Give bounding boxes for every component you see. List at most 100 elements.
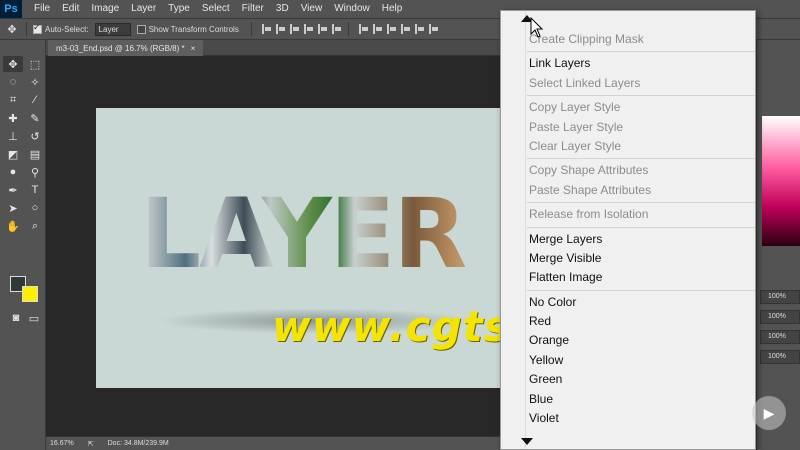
- menu-type[interactable]: Type: [162, 0, 196, 18]
- menu-item-red[interactable]: Red: [529, 312, 755, 331]
- fill-value: 100%: [768, 313, 786, 320]
- ellipse-tool-icon[interactable]: ○: [25, 200, 45, 216]
- layer-artwork[interactable]: LAYER: [140, 178, 506, 318]
- auto-select-dropdown[interactable]: Layer: [94, 22, 131, 36]
- menu-item-merge-layers[interactable]: Merge Layers: [529, 230, 755, 249]
- layer-context-menu: Create Clipping Mask Link Layers Select Li…: [500, 10, 756, 450]
- menu-item-blue[interactable]: Blue: [529, 390, 755, 409]
- menu-item-orange[interactable]: Orange: [529, 331, 755, 350]
- status-bar: 16.67% ⇱ Doc: 34.8M/239.9M: [46, 436, 500, 450]
- align-top-icon[interactable]: [303, 24, 314, 34]
- menu-item-no-color[interactable]: No Color: [529, 293, 755, 312]
- menu-item-paste-layer-style: Paste Layer Style: [529, 119, 624, 134]
- dodge-tool-icon[interactable]: ⚲: [25, 164, 45, 180]
- divider: [347, 22, 349, 36]
- eyedropper-tool-icon[interactable]: ⁄: [25, 92, 45, 108]
- align-left-icon[interactable]: [261, 24, 272, 34]
- layer-opacity-value: 100%: [768, 353, 786, 360]
- menu-filter[interactable]: Filter: [236, 0, 270, 18]
- menu-item-flatten-image[interactable]: Flatten Image: [529, 268, 755, 287]
- screen-mode-icon[interactable]: ▭: [24, 310, 44, 326]
- watermark-text: www.cgtsj.com: [272, 302, 506, 351]
- distribute-right-icon[interactable]: [428, 24, 439, 34]
- document-tab-bar: m3-03_End.psd @ 16.7% (RGB/8) * ×: [46, 40, 500, 56]
- move-tool-icon[interactable]: ✥: [3, 56, 23, 72]
- divider: [250, 22, 252, 36]
- context-menu-items: Create Clipping Mask Link Layers Select Li…: [527, 30, 755, 428]
- menu-item-violet[interactable]: Violet: [529, 409, 755, 428]
- align-middle-icon[interactable]: [317, 24, 328, 34]
- menu-help[interactable]: Help: [376, 0, 409, 18]
- align-center-icon[interactable]: [275, 24, 286, 34]
- doc-size: Doc: 34.8M/239.9M: [107, 440, 169, 447]
- menu-item-clear-layer-style: Clear Layer Style: [529, 138, 622, 153]
- menu-window[interactable]: Window: [328, 0, 376, 18]
- color-picker-field[interactable]: [762, 116, 800, 246]
- menu-file[interactable]: File: [28, 0, 56, 18]
- menu-view[interactable]: View: [295, 0, 329, 18]
- menu-separator: [527, 95, 755, 97]
- menu-edit[interactable]: Edit: [56, 0, 85, 18]
- document-canvas[interactable]: LAYER www.cgtsj.com: [96, 108, 506, 388]
- quick-mask-icon[interactable]: ◙: [6, 310, 26, 326]
- close-icon[interactable]: ×: [191, 44, 196, 53]
- scroll-down-arrow-icon[interactable]: [521, 438, 533, 445]
- clone-stamp-tool-icon[interactable]: ⊥: [3, 128, 23, 144]
- align-bottom-icon[interactable]: [331, 24, 342, 34]
- flow-value: 100%: [768, 333, 786, 340]
- gradient-tool-icon[interactable]: ▤: [25, 146, 45, 162]
- distribute-middle-icon[interactable]: [372, 24, 383, 34]
- transform-controls-label: Show Transform Controls: [148, 24, 239, 34]
- magic-wand-tool-icon[interactable]: ✧: [25, 74, 45, 90]
- menu-layer[interactable]: Layer: [125, 0, 162, 18]
- distribute-center-icon[interactable]: [414, 24, 425, 34]
- canvas-workspace[interactable]: LAYER www.cgtsj.com: [46, 56, 506, 436]
- distribute-bottom-icon[interactable]: [386, 24, 397, 34]
- menu-item-link-layers[interactable]: Link Layers: [529, 54, 755, 73]
- menu-item-paste-shape-attributes: Paste Shape Attributes: [529, 182, 652, 197]
- layer-word-art: LAYER: [140, 178, 467, 290]
- menu-separator: [527, 202, 755, 204]
- distribute-top-icon[interactable]: [358, 24, 369, 34]
- history-brush-tool-icon[interactable]: ↺: [25, 128, 45, 144]
- pen-tool-icon[interactable]: ✒: [3, 182, 23, 198]
- brush-tool-icon[interactable]: ✎: [25, 110, 45, 126]
- document-tab[interactable]: m3-03_End.psd @ 16.7% (RGB/8) * ×: [48, 40, 204, 56]
- menu-item-select-linked-layers: Select Linked Layers: [529, 75, 641, 90]
- path-selection-tool-icon[interactable]: ➤: [3, 200, 23, 216]
- blur-tool-icon[interactable]: ●: [3, 164, 23, 180]
- healing-brush-tool-icon[interactable]: ✚: [3, 110, 23, 126]
- menu-item-merge-visible[interactable]: Merge Visible: [529, 249, 755, 268]
- auto-select-checkbox[interactable]: [33, 22, 42, 34]
- menu-3d[interactable]: 3D: [270, 0, 295, 18]
- zoom-level[interactable]: 16.67%: [50, 440, 74, 447]
- tools-panel: ✥ ⬚ ◌ ✧ ⌗ ⁄ ✚ ✎ ⊥ ↺ ◩ ▤ ● ⚲ ✒ T ➤ ○ ✋ ⌕ …: [0, 40, 46, 450]
- menu-separator: [527, 226, 755, 228]
- menu-item-green[interactable]: Green: [529, 370, 755, 389]
- menu-separator: [527, 158, 755, 160]
- color-swatches[interactable]: [8, 276, 40, 306]
- mouse-cursor-icon: [530, 17, 544, 38]
- marquee-tool-icon[interactable]: ⬚: [25, 56, 45, 72]
- zoom-tool-icon[interactable]: ⌕: [25, 218, 45, 234]
- photoshop-logo[interactable]: Ps: [0, 0, 22, 18]
- eraser-tool-icon[interactable]: ◩: [3, 146, 23, 162]
- lasso-tool-icon[interactable]: ◌: [3, 74, 23, 90]
- menu-image[interactable]: Image: [85, 0, 125, 18]
- move-tool-icon[interactable]: ✥: [4, 22, 20, 36]
- type-tool-icon[interactable]: T: [25, 182, 45, 198]
- divider: [26, 22, 27, 36]
- background-color-swatch[interactable]: [22, 286, 38, 302]
- opacity-value: 100%: [768, 293, 786, 300]
- align-right-icon[interactable]: [289, 24, 300, 34]
- play-button-icon[interactable]: ▶: [752, 396, 786, 430]
- transform-controls-checkbox[interactable]: [136, 24, 146, 34]
- menu-item-copy-shape-attributes: Copy Shape Attributes: [529, 163, 649, 178]
- hand-tool-icon[interactable]: ✋: [3, 218, 23, 234]
- menu-item-copy-layer-style: Copy Layer Style: [529, 100, 621, 115]
- export-icon[interactable]: ⇱: [88, 440, 94, 448]
- menu-item-yellow[interactable]: Yellow: [529, 351, 755, 370]
- distribute-left-icon[interactable]: [400, 24, 411, 34]
- menu-select[interactable]: Select: [196, 0, 236, 18]
- crop-tool-icon[interactable]: ⌗: [3, 92, 23, 108]
